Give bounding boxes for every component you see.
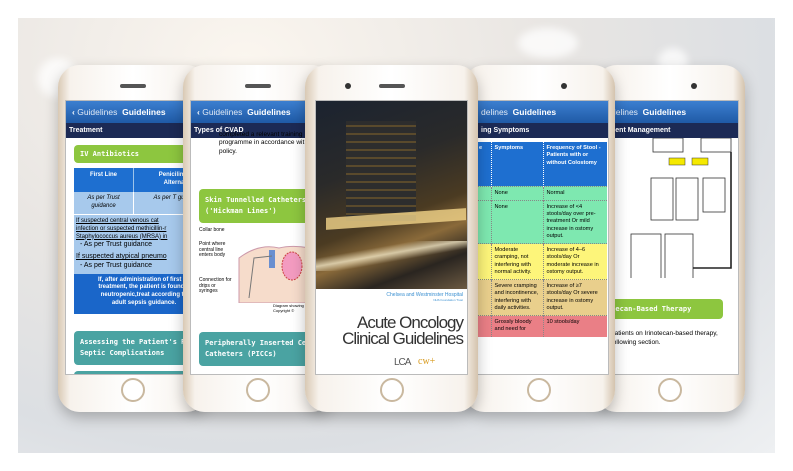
diagram-label: Collar bone <box>199 227 225 233</box>
app-title: Acute Oncology Clinical Guidelines <box>342 313 464 349</box>
lca-logo: LCA <box>394 357 411 368</box>
symptoms-cell: Severe cramping and incontinence, interf… <box>490 279 543 316</box>
frequency-cell: 10 stools/day <box>542 315 607 337</box>
frequency-cell: Increase of ≥7 stools/day Or severe incr… <box>542 279 607 316</box>
frequency-cell: Normal <box>542 185 607 201</box>
flowchart-diagram <box>613 137 733 283</box>
table-row: None Normal <box>477 185 607 201</box>
table-row: Grossly bloody and need for 10 stools/day <box>477 315 607 337</box>
home-button <box>379 378 404 402</box>
frequency-cell: Increase of <4 stools/day over pre-treat… <box>542 199 607 244</box>
frequency-cell: Increase of 4–6 stools/day Or moderate i… <box>542 243 607 280</box>
body-text: patients on Irinotecan-based therapy, fol… <box>611 330 718 347</box>
nav-bar: delines Guidelines <box>471 101 608 123</box>
table-row: None Increase of <4 stools/day over pre-t… <box>477 199 607 244</box>
hospital-name: Chelsea and Westminster Hospital NHS Foun… <box>386 292 463 302</box>
speaker <box>378 84 405 88</box>
home-button <box>246 378 270 402</box>
diagram-label: Point where central line enters body <box>199 241 226 258</box>
col-header: First Line <box>74 168 134 192</box>
diagram-caption: Diagram showing Copyright © <box>273 303 304 313</box>
nav-bar: ‹ Guidelines Guidelines <box>66 101 201 123</box>
table-cell: As per Trust guidance <box>74 192 134 214</box>
symptoms-table: e Symptoms Frequency of Stool - Patients… <box>477 142 607 337</box>
screen: delines Guidelines uent Management oteca… <box>602 100 739 375</box>
back-button[interactable]: ‹ Guidelines <box>197 107 242 117</box>
table-row: Severe cramping and incontinence, interf… <box>477 279 607 316</box>
phone-symptoms: delines Guidelines ing Symptoms e Sympto… <box>463 65 615 412</box>
back-button[interactable]: ‹ Guidelines <box>72 107 117 117</box>
heading-irinotecan[interactable]: otecan-Based Therapy <box>603 299 723 319</box>
section-header: Treatment <box>66 123 201 138</box>
nav-bar: delines Guidelines <box>603 101 738 123</box>
symptoms-cell: Grossly bloody and need for <box>490 315 543 337</box>
nav-title: Guidelines <box>247 107 291 117</box>
nav-title: Guidelines <box>122 107 166 117</box>
intro-text: completed a relevant training programme i… <box>219 131 305 155</box>
symptoms-cell: None <box>490 199 543 244</box>
speaker <box>245 84 271 88</box>
home-button <box>527 378 551 402</box>
home-button <box>658 378 682 402</box>
screen: ‹ Guidelines Guidelines Treatment IV Ant… <box>65 100 202 375</box>
section-header: ing Symptoms <box>471 123 608 138</box>
phone-cover: Chelsea and Westminster Hospital NHS Foun… <box>305 65 478 412</box>
home-button <box>121 378 145 402</box>
screen: Chelsea and Westminster Hospital NHS Foun… <box>315 100 468 375</box>
cw-plus-logo: cw+ <box>418 356 436 367</box>
speaker <box>120 84 146 88</box>
table-row: Moderate cramping, not interfering with … <box>477 243 607 280</box>
symptoms-cell: Moderate cramping, not interfering with … <box>490 243 543 280</box>
section-header: uent Management <box>603 123 738 138</box>
phone-management: delines Guidelines uent Management oteca… <box>595 65 745 412</box>
symptoms-cell: None <box>490 185 543 201</box>
diagram-label: Connection for drips or syringes <box>199 277 232 294</box>
hospital-night-photo <box>316 101 467 289</box>
screen: delines Guidelines ing Symptoms e Sympto… <box>470 100 609 375</box>
